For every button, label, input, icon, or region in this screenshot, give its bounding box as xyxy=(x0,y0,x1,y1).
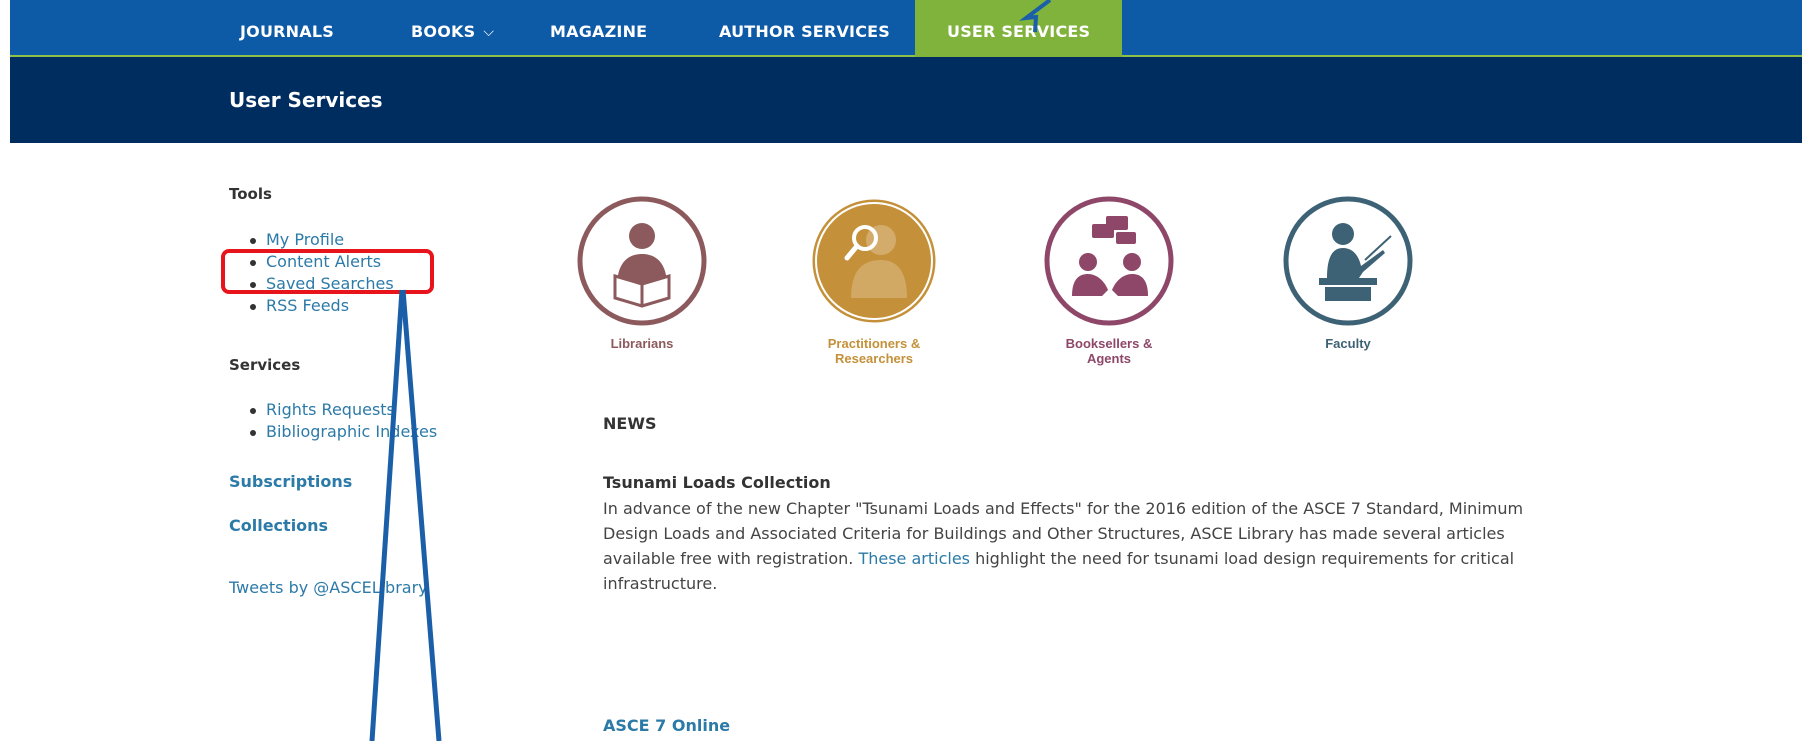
news-heading: NEWS xyxy=(603,414,657,433)
sidebar-item-bibliographic-indexes[interactable]: Bibliographic Indexes xyxy=(248,421,437,443)
audience-practitioners[interactable]: Practitioners & Researchers xyxy=(784,194,964,366)
audience-faculty[interactable]: Faculty xyxy=(1258,194,1438,351)
nav-books[interactable]: BOOKS ⌵ xyxy=(411,0,494,55)
news-article-title: Tsunami Loads Collection xyxy=(603,473,831,492)
sidebar-item-rss-feeds[interactable]: RSS Feeds xyxy=(248,295,394,317)
nav-user-services[interactable]: USER SERVICES xyxy=(915,0,1123,57)
audience-booksellers-label: Booksellers & Agents xyxy=(1065,336,1153,366)
audience-librarians[interactable]: Librarians xyxy=(552,194,732,351)
annotation-arrow-right xyxy=(400,289,442,741)
sidebar-link-collections[interactable]: Collections xyxy=(229,516,328,535)
sidebar-item-content-alerts[interactable]: Content Alerts xyxy=(248,251,394,273)
services-heading: Services xyxy=(229,356,301,374)
nav-author-services[interactable]: AUTHOR SERVICES xyxy=(719,0,890,55)
services-list: Rights Requests Bibliographic Indexes xyxy=(248,399,437,443)
reader-icon xyxy=(577,196,707,326)
news-article-body: In advance of the new Chapter "Tsunami L… xyxy=(603,496,1533,596)
audience-booksellers[interactable]: Booksellers & Agents xyxy=(1019,194,1199,366)
top-navigation: JOURNALS BOOKS ⌵ MAGAZINE AUTHOR SERVICES… xyxy=(10,0,1802,57)
teacher-podium-icon xyxy=(1283,196,1413,326)
sidebar-item-my-profile[interactable]: My Profile xyxy=(248,229,394,251)
sidebar-item-rights-requests[interactable]: Rights Requests xyxy=(248,399,437,421)
annotation-arrow-left xyxy=(369,289,405,741)
tools-heading: Tools xyxy=(229,185,272,203)
audience-faculty-label: Faculty xyxy=(1325,336,1371,351)
nav-journals[interactable]: JOURNALS xyxy=(240,0,334,55)
conversation-people-icon xyxy=(1044,196,1174,326)
nav-magazine[interactable]: MAGAZINE xyxy=(550,0,647,55)
news-article-asce7-title[interactable]: ASCE 7 Online xyxy=(603,716,730,735)
tweets-link[interactable]: Tweets by @ASCELibrary xyxy=(229,578,428,597)
chevron-down-icon: ⌵ xyxy=(483,24,495,40)
these-articles-link[interactable]: These articles xyxy=(858,549,970,568)
sidebar-link-subscriptions[interactable]: Subscriptions xyxy=(229,472,352,491)
audience-librarians-label: Librarians xyxy=(610,336,674,351)
tools-list: My Profile Content Alerts Saved Searches… xyxy=(248,229,394,317)
audience-practitioners-label: Practitioners & Researchers xyxy=(827,336,921,366)
sidebar-item-saved-searches[interactable]: Saved Searches xyxy=(248,273,394,295)
section-header: User Services xyxy=(10,57,1802,143)
page-title: User Services xyxy=(229,88,383,112)
researcher-magnifier-icon xyxy=(811,198,937,324)
